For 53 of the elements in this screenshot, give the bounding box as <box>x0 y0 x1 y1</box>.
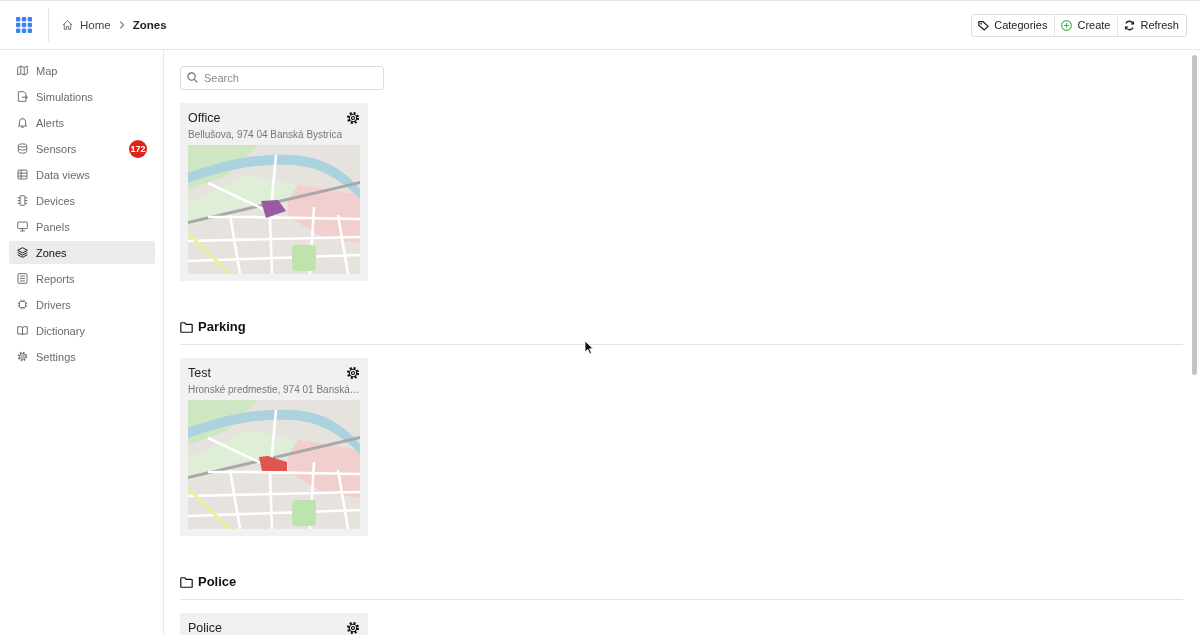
home-icon <box>62 20 73 30</box>
zone-card[interactable]: Test Hronské predmestie, 974 01 Banská… <box>180 358 368 536</box>
zone-name: Police <box>188 621 223 635</box>
sidebar-item[interactable]: Settings <box>9 345 155 368</box>
folder-icon <box>180 321 193 333</box>
settings-icon[interactable] <box>347 622 359 634</box>
refresh-button[interactable]: Refresh <box>1117 14 1186 36</box>
mouse-pointer-icon <box>584 340 594 355</box>
book-icon <box>17 325 28 336</box>
map-icon <box>17 65 28 76</box>
sidebar-item[interactable]: Dictionary <box>9 319 155 342</box>
sidebar-item[interactable]: Simulations <box>9 85 155 108</box>
zone-address: Bellušova, 974 04 Banská Bystrica <box>188 128 343 141</box>
sidebar-item[interactable]: Zones <box>9 241 155 264</box>
sidebar-item[interactable]: Data views <box>9 163 155 186</box>
settings-icon[interactable] <box>347 112 359 124</box>
cpu-icon <box>17 299 28 310</box>
breadcrumb-link[interactable]: Home <box>62 19 111 31</box>
zone-address: Hronské predmestie, 974 01 Banská… <box>188 383 360 396</box>
refresh-icon <box>1124 19 1136 31</box>
tag-icon <box>978 19 990 31</box>
app-grid-icon[interactable] <box>16 17 32 33</box>
settings-icon[interactable] <box>347 367 359 379</box>
document-arrow-icon <box>17 91 28 102</box>
zone-name: Test <box>188 366 211 380</box>
count-badge: 172 <box>129 139 147 158</box>
scrollbar-thumb[interactable] <box>1192 55 1197 375</box>
plus-circle-icon <box>1061 19 1073 31</box>
breadcrumb-current: Zones <box>132 19 167 31</box>
layers-icon <box>17 247 28 258</box>
zone-card[interactable]: Office Bellušova, 974 04 Banská Bystrica <box>180 103 368 281</box>
chip-icon <box>17 195 28 206</box>
bell-icon <box>17 117 28 128</box>
zone-name: Office <box>188 111 221 125</box>
database-icon <box>17 143 28 154</box>
sidebar-item[interactable]: Panels <box>9 215 155 238</box>
folder-icon <box>180 576 193 588</box>
group-title: Police <box>198 574 237 590</box>
table-icon <box>17 169 28 180</box>
gear-icon <box>17 351 28 362</box>
sidebar-item[interactable]: Devices <box>9 189 155 212</box>
sidebar-item[interactable]: Sensors 172 <box>9 137 155 160</box>
monitor-icon <box>17 221 28 232</box>
sidebar-item[interactable]: Drivers <box>9 293 155 316</box>
list-icon <box>17 273 28 284</box>
search-icon <box>187 72 198 83</box>
sidebar-item[interactable]: Reports <box>9 267 155 290</box>
sidebar-item[interactable]: Alerts <box>9 111 155 134</box>
search-field[interactable]: Search <box>180 66 384 90</box>
zone-card[interactable]: Police <box>180 613 368 635</box>
sidebar-item[interactable]: Map <box>9 59 155 82</box>
group-title: Parking <box>198 319 246 335</box>
chevron-right-icon <box>118 21 125 29</box>
